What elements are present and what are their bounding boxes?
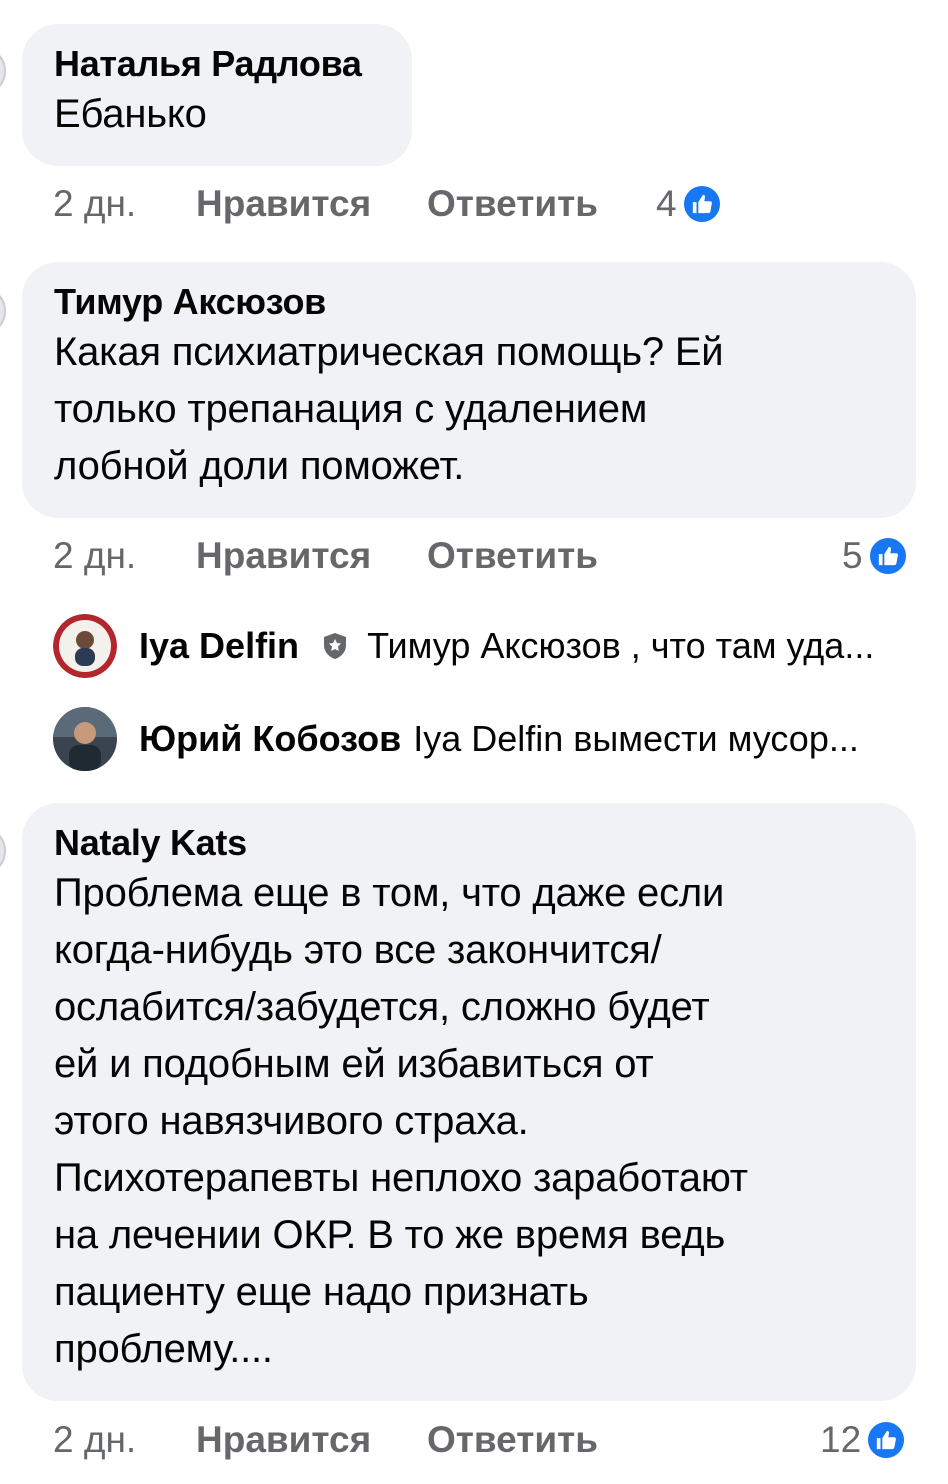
comment-line: Психотерапевты неплохо заработают xyxy=(54,1156,748,1200)
comment-line: когда-нибудь это все закончится/ xyxy=(54,928,662,972)
reaction-count: 5 xyxy=(842,535,863,576)
avatar[interactable] xyxy=(0,46,6,96)
reply-button[interactable]: Ответить xyxy=(427,1415,598,1465)
like-button[interactable]: Нравится xyxy=(196,179,371,229)
comment-bubble: Наталья Радлова Ебанько xyxy=(22,24,412,166)
comment-line: Какая психиатрическая помощь? Ей xyxy=(54,330,724,374)
like-button[interactable]: Нравится xyxy=(196,1415,371,1465)
comment-time[interactable]: 2 дн. xyxy=(53,531,136,581)
comment-line: только трепанация с удалением xyxy=(54,387,648,431)
comment-text: Какая психиатрическая помощь? Ей только … xyxy=(54,324,884,495)
comment-text: Проблема еще в том, что даже если когда-… xyxy=(54,865,884,1378)
comment-line: Ебанько xyxy=(54,92,207,136)
comment-bubble: Nataly Kats Проблема еще в том, что даже… xyxy=(22,803,916,1401)
comment-time[interactable]: 2 дн. xyxy=(53,1415,136,1465)
like-icon xyxy=(680,183,723,225)
avatar[interactable] xyxy=(53,614,117,678)
like-button[interactable]: Нравится xyxy=(196,531,371,581)
comment-line: проблему.... xyxy=(54,1327,273,1371)
comment-line: этого навязчивого страха. xyxy=(54,1099,529,1143)
reply-snippet: Iya Delfin вымести мусор... xyxy=(413,718,859,759)
reaction-count: 4 xyxy=(656,183,677,224)
reaction-summary[interactable]: 4 xyxy=(656,179,723,229)
avatar[interactable] xyxy=(0,826,6,876)
reaction-count: 12 xyxy=(820,1419,862,1460)
reply-author[interactable]: Iya Delfin xyxy=(139,625,299,667)
shield-badge-icon xyxy=(321,632,349,660)
comment-author[interactable]: Наталья Радлова xyxy=(54,42,380,86)
reaction-summary[interactable]: 12 xyxy=(820,1415,908,1465)
reply-author[interactable]: Юрий Кобозов xyxy=(139,718,401,760)
avatar[interactable] xyxy=(53,707,117,771)
comment-line: лобной доли поможет. xyxy=(54,444,465,488)
reply-button[interactable]: Ответить xyxy=(427,179,598,229)
comment-line: пациенту еще надо признать xyxy=(54,1270,589,1314)
reaction-summary[interactable]: 5 xyxy=(842,531,909,581)
reply-button[interactable]: Ответить xyxy=(427,531,598,581)
comment-text: Ебанько xyxy=(54,86,380,143)
comment-author[interactable]: Тимур Аксюзов xyxy=(54,280,884,324)
reply-preview[interactable]: Юрий Кобозов Iya Delfin вымести мусор... xyxy=(53,707,859,771)
comment-line: на лечении ОКР. В то же время ведь xyxy=(54,1213,726,1257)
comment-line: Проблема еще в том, что даже если xyxy=(54,871,725,915)
comment-bubble: Тимур Аксюзов Какая психиатрическая помо… xyxy=(22,262,916,518)
comment-line: ей и подобным ей избавиться от xyxy=(54,1042,654,1086)
like-icon xyxy=(866,535,909,577)
comment-line: ослабится/забудется, сложно будет xyxy=(54,985,710,1029)
reply-preview[interactable]: Iya Delfin Тимур Аксюзов , что там уда..… xyxy=(53,614,874,678)
comment-author[interactable]: Nataly Kats xyxy=(54,821,884,865)
comment-time[interactable]: 2 дн. xyxy=(53,179,136,229)
avatar[interactable] xyxy=(0,286,6,336)
like-icon xyxy=(865,1419,908,1461)
reply-snippet: Тимур Аксюзов , что там уда... xyxy=(367,625,875,666)
